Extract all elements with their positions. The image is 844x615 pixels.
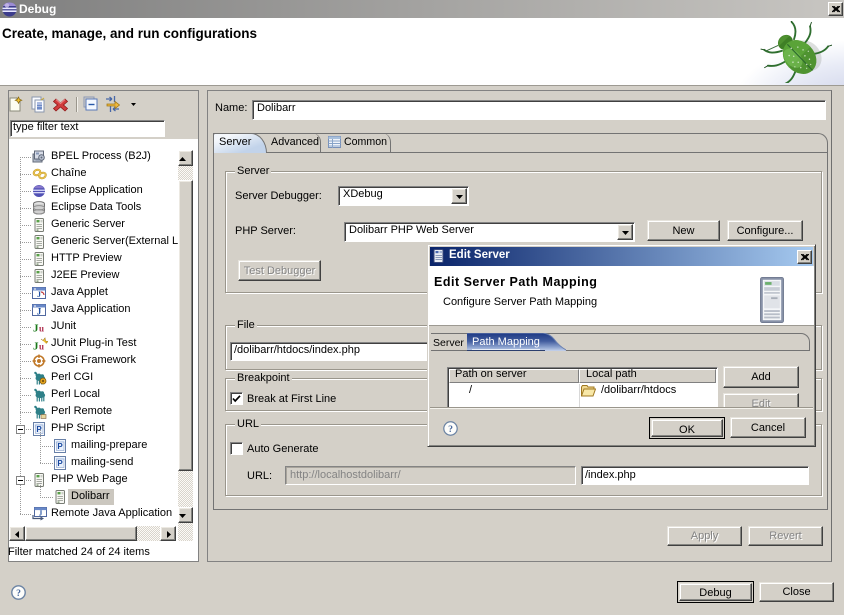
svg-text:P: P	[57, 442, 63, 451]
svg-text:P: P	[57, 459, 63, 468]
svg-text:J: J	[39, 510, 43, 518]
svg-text:J: J	[37, 290, 41, 299]
svg-text:u: u	[39, 342, 44, 352]
svg-text:?: ?	[448, 424, 453, 435]
svg-text:u: u	[39, 324, 44, 334]
svg-text:?: ?	[16, 588, 21, 599]
svg-text:J: J	[37, 307, 42, 317]
